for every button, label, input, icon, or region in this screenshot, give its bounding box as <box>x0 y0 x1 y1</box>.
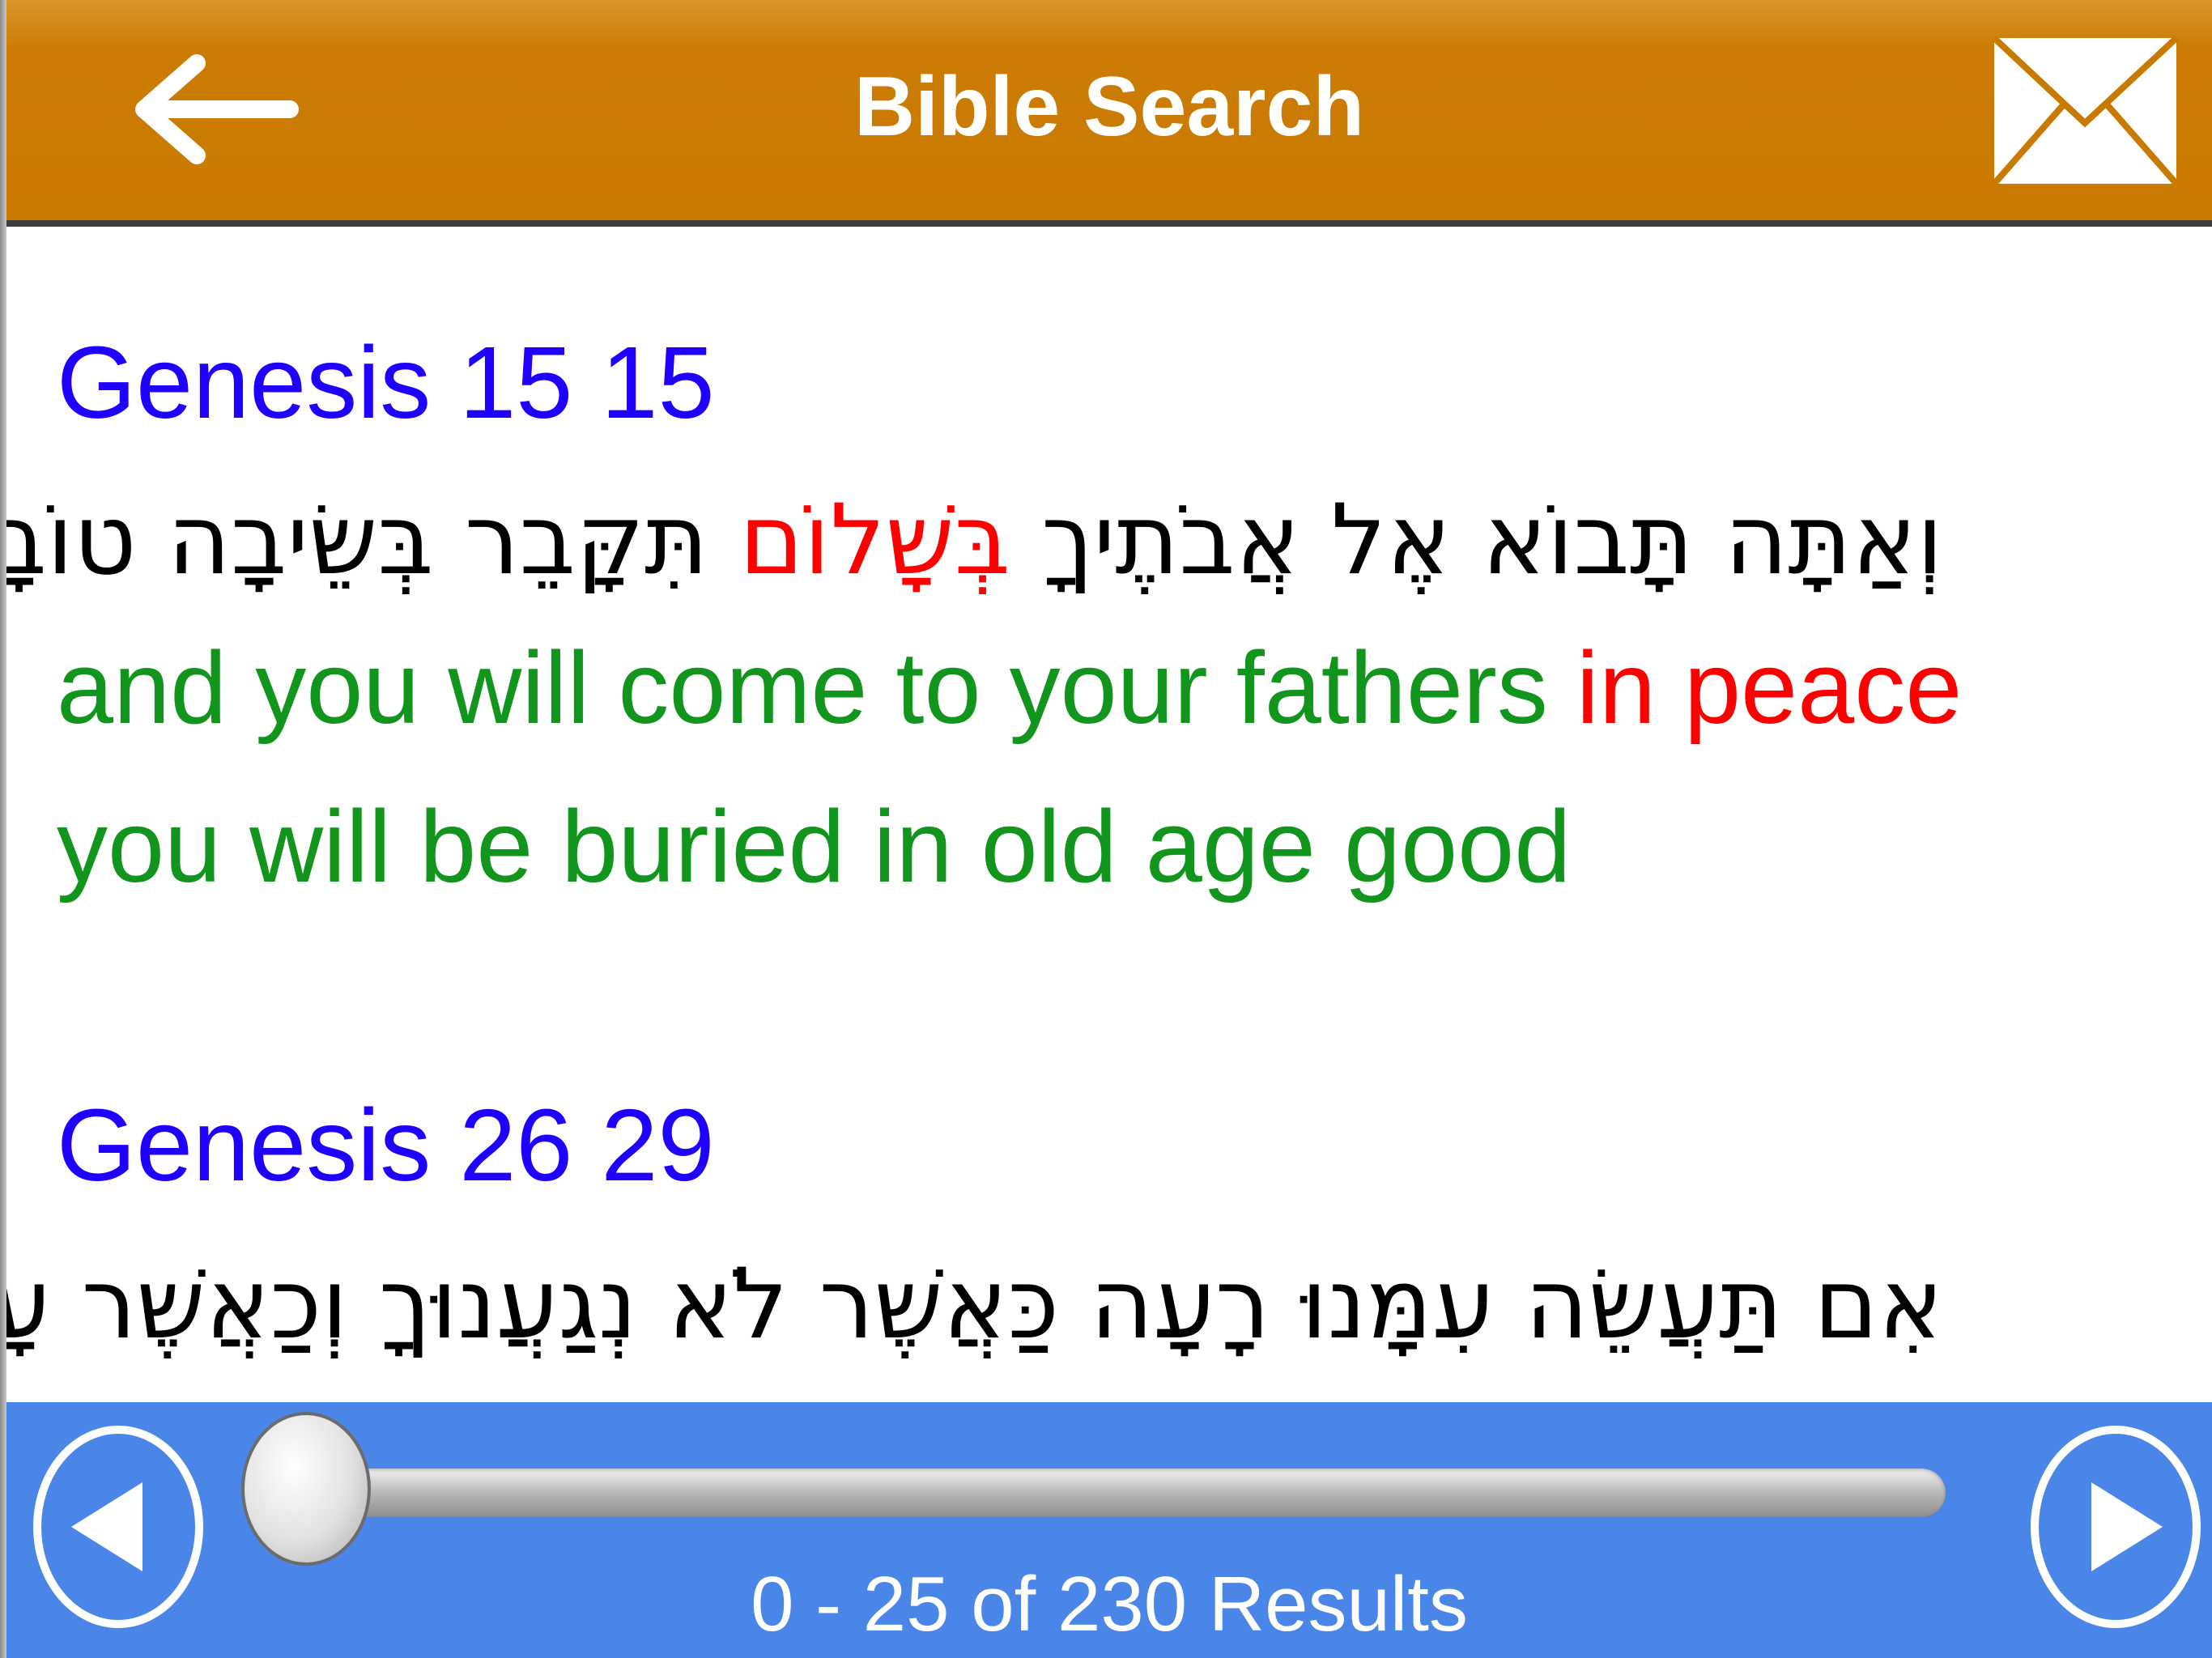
mail-button[interactable] <box>1990 34 2180 188</box>
hebrew-highlight: בְּשָׁלוֹם <box>739 484 1010 597</box>
hebrew-verse: אִם תַּעֲשֵׂה עִמָּנוּ רָעָה כַּאֲשֶׁר ל… <box>6 1240 1943 1370</box>
results-slider-track[interactable] <box>314 1469 1946 1517</box>
hebrew-text: וְאַתָּה תָּבוֹא אֶל אֲבֹתֶיךָ <box>1010 484 1943 597</box>
page-title: Bible Search <box>853 60 1365 154</box>
list-item[interactable]: Genesis 15 15 וְאַתָּה תָּבוֹא אֶל אֲבֹת… <box>6 322 2146 926</box>
results-list[interactable]: Genesis 15 15 וְאַתָּה תָּבוֹא אֶל אֲבֹת… <box>6 227 2212 1402</box>
verse-reference[interactable]: Genesis 15 15 <box>57 322 2146 444</box>
results-count: 0 - 25 of 230 Results <box>751 1561 1468 1647</box>
translation-text: you will be buried in old age good <box>57 789 1572 903</box>
bible-search-screen: Bible Search Genesis 15 15 וְאַתָּה תָּב… <box>0 0 2212 1658</box>
translation-highlight: in peace <box>1576 631 1963 745</box>
verse-reference[interactable]: Genesis 26 29 <box>57 1085 2146 1206</box>
hebrew-verse: וְאַתָּה תָּבוֹא אֶל אֲבֹתֶיךָ בְּשָׁלוֹ… <box>6 476 1943 606</box>
pagination-bar: 0 - 25 of 230 Results <box>6 1402 2212 1658</box>
header-bar: Bible Search <box>6 0 2212 227</box>
results-slider-thumb[interactable] <box>241 1412 371 1566</box>
envelope-icon <box>1991 36 2180 186</box>
translation-text: and you will come to your fathers <box>57 631 1576 745</box>
list-item[interactable]: Genesis 26 29 אִם תַּעֲשֵׂה עִמָּנוּ רָע… <box>6 1085 2146 1370</box>
english-translation: and you will come to your fathers in pea… <box>57 609 2146 926</box>
hebrew-text: תִּקָּבֵר בְּשֵׂיבָה טוֹבָה <box>6 484 739 597</box>
hebrew-text: אִם תַּעֲשֵׂה עִמָּנוּ רָעָה כַּאֲשֶׁר ל… <box>6 1248 1943 1361</box>
